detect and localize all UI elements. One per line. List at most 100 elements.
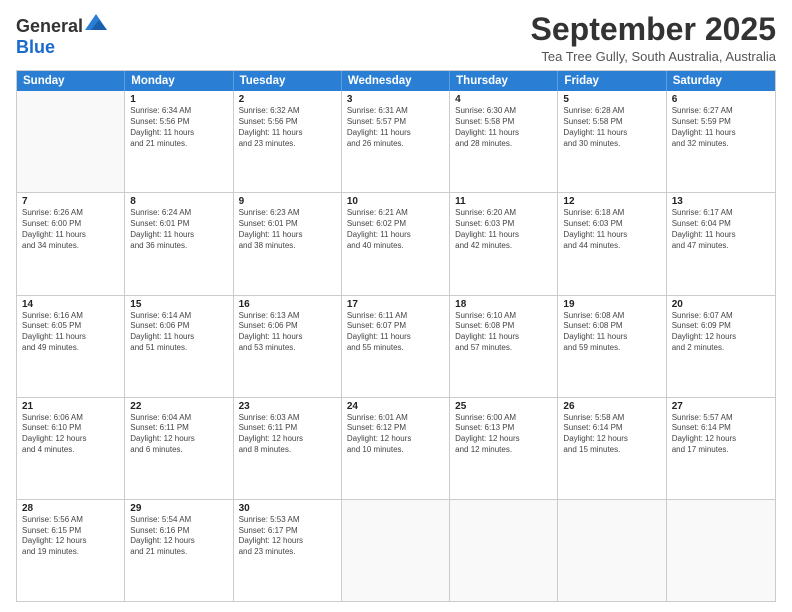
day-number: 1: [130, 94, 227, 105]
day-info: Sunrise: 5:53 AMSunset: 6:17 PMDaylight:…: [239, 515, 336, 558]
day-number: 29: [130, 503, 227, 514]
logo: General Blue: [16, 16, 107, 58]
day-number: 6: [672, 94, 770, 105]
day-info: Sunrise: 5:54 AMSunset: 6:16 PMDaylight:…: [130, 515, 227, 558]
calendar-header: SundayMondayTuesdayWednesdayThursdayFrid…: [17, 71, 775, 91]
day-info: Sunrise: 6:03 AMSunset: 6:11 PMDaylight:…: [239, 413, 336, 456]
day-number: 19: [563, 299, 660, 310]
day-info: Sunrise: 6:26 AMSunset: 6:00 PMDaylight:…: [22, 208, 119, 251]
day-cell-16: 16Sunrise: 6:13 AMSunset: 6:06 PMDayligh…: [234, 296, 342, 397]
day-number: 9: [239, 196, 336, 207]
header-day-sunday: Sunday: [17, 71, 125, 91]
day-cell-14: 14Sunrise: 6:16 AMSunset: 6:05 PMDayligh…: [17, 296, 125, 397]
day-cell-24: 24Sunrise: 6:01 AMSunset: 6:12 PMDayligh…: [342, 398, 450, 499]
day-info: Sunrise: 6:17 AMSunset: 6:04 PMDaylight:…: [672, 208, 770, 251]
logo-general-text: General: [16, 16, 83, 37]
day-info: Sunrise: 6:31 AMSunset: 5:57 PMDaylight:…: [347, 106, 444, 149]
empty-cell-4-4: [450, 500, 558, 601]
day-cell-30: 30Sunrise: 5:53 AMSunset: 6:17 PMDayligh…: [234, 500, 342, 601]
day-cell-4: 4Sunrise: 6:30 AMSunset: 5:58 PMDaylight…: [450, 91, 558, 192]
day-info: Sunrise: 5:58 AMSunset: 6:14 PMDaylight:…: [563, 413, 660, 456]
day-cell-20: 20Sunrise: 6:07 AMSunset: 6:09 PMDayligh…: [667, 296, 775, 397]
day-info: Sunrise: 6:04 AMSunset: 6:11 PMDaylight:…: [130, 413, 227, 456]
location-subtitle: Tea Tree Gully, South Australia, Austral…: [531, 49, 776, 64]
day-number: 3: [347, 94, 444, 105]
day-info: Sunrise: 6:11 AMSunset: 6:07 PMDaylight:…: [347, 311, 444, 354]
day-info: Sunrise: 6:24 AMSunset: 6:01 PMDaylight:…: [130, 208, 227, 251]
week-row-2: 7Sunrise: 6:26 AMSunset: 6:00 PMDaylight…: [17, 193, 775, 295]
day-info: Sunrise: 6:34 AMSunset: 5:56 PMDaylight:…: [130, 106, 227, 149]
header-day-tuesday: Tuesday: [234, 71, 342, 91]
day-number: 26: [563, 401, 660, 412]
day-number: 23: [239, 401, 336, 412]
day-cell-19: 19Sunrise: 6:08 AMSunset: 6:08 PMDayligh…: [558, 296, 666, 397]
day-info: Sunrise: 6:27 AMSunset: 5:59 PMDaylight:…: [672, 106, 770, 149]
empty-cell-4-6: [667, 500, 775, 601]
day-cell-9: 9Sunrise: 6:23 AMSunset: 6:01 PMDaylight…: [234, 193, 342, 294]
page: General Blue September 2025 Tea Tree Gul…: [0, 0, 792, 612]
day-info: Sunrise: 6:32 AMSunset: 5:56 PMDaylight:…: [239, 106, 336, 149]
calendar-body: 1Sunrise: 6:34 AMSunset: 5:56 PMDaylight…: [17, 91, 775, 601]
day-number: 14: [22, 299, 119, 310]
header: General Blue September 2025 Tea Tree Gul…: [16, 12, 776, 64]
day-cell-10: 10Sunrise: 6:21 AMSunset: 6:02 PMDayligh…: [342, 193, 450, 294]
day-number: 24: [347, 401, 444, 412]
day-info: Sunrise: 6:01 AMSunset: 6:12 PMDaylight:…: [347, 413, 444, 456]
header-day-saturday: Saturday: [667, 71, 775, 91]
day-info: Sunrise: 6:30 AMSunset: 5:58 PMDaylight:…: [455, 106, 552, 149]
day-number: 12: [563, 196, 660, 207]
day-cell-17: 17Sunrise: 6:11 AMSunset: 6:07 PMDayligh…: [342, 296, 450, 397]
day-number: 15: [130, 299, 227, 310]
day-cell-3: 3Sunrise: 6:31 AMSunset: 5:57 PMDaylight…: [342, 91, 450, 192]
day-number: 10: [347, 196, 444, 207]
day-cell-21: 21Sunrise: 6:06 AMSunset: 6:10 PMDayligh…: [17, 398, 125, 499]
day-cell-5: 5Sunrise: 6:28 AMSunset: 5:58 PMDaylight…: [558, 91, 666, 192]
day-info: Sunrise: 6:10 AMSunset: 6:08 PMDaylight:…: [455, 311, 552, 354]
empty-cell-0-0: [17, 91, 125, 192]
day-info: Sunrise: 6:14 AMSunset: 6:06 PMDaylight:…: [130, 311, 227, 354]
logo-icon: [85, 14, 107, 30]
week-row-5: 28Sunrise: 5:56 AMSunset: 6:15 PMDayligh…: [17, 500, 775, 601]
day-info: Sunrise: 6:20 AMSunset: 6:03 PMDaylight:…: [455, 208, 552, 251]
day-number: 30: [239, 503, 336, 514]
day-number: 13: [672, 196, 770, 207]
empty-cell-4-3: [342, 500, 450, 601]
day-info: Sunrise: 5:57 AMSunset: 6:14 PMDaylight:…: [672, 413, 770, 456]
day-number: 21: [22, 401, 119, 412]
day-cell-7: 7Sunrise: 6:26 AMSunset: 6:00 PMDaylight…: [17, 193, 125, 294]
day-info: Sunrise: 6:23 AMSunset: 6:01 PMDaylight:…: [239, 208, 336, 251]
logo-blue-text: Blue: [16, 37, 55, 58]
day-number: 28: [22, 503, 119, 514]
empty-cell-4-5: [558, 500, 666, 601]
day-number: 17: [347, 299, 444, 310]
day-number: 25: [455, 401, 552, 412]
day-cell-25: 25Sunrise: 6:00 AMSunset: 6:13 PMDayligh…: [450, 398, 558, 499]
day-number: 22: [130, 401, 227, 412]
title-section: September 2025 Tea Tree Gully, South Aus…: [531, 12, 776, 64]
day-number: 4: [455, 94, 552, 105]
header-day-thursday: Thursday: [450, 71, 558, 91]
day-cell-8: 8Sunrise: 6:24 AMSunset: 6:01 PMDaylight…: [125, 193, 233, 294]
day-cell-6: 6Sunrise: 6:27 AMSunset: 5:59 PMDaylight…: [667, 91, 775, 192]
week-row-3: 14Sunrise: 6:16 AMSunset: 6:05 PMDayligh…: [17, 296, 775, 398]
day-number: 27: [672, 401, 770, 412]
day-cell-23: 23Sunrise: 6:03 AMSunset: 6:11 PMDayligh…: [234, 398, 342, 499]
day-cell-29: 29Sunrise: 5:54 AMSunset: 6:16 PMDayligh…: [125, 500, 233, 601]
day-cell-22: 22Sunrise: 6:04 AMSunset: 6:11 PMDayligh…: [125, 398, 233, 499]
logo-text: General: [16, 16, 107, 37]
day-info: Sunrise: 6:06 AMSunset: 6:10 PMDaylight:…: [22, 413, 119, 456]
header-day-wednesday: Wednesday: [342, 71, 450, 91]
day-number: 7: [22, 196, 119, 207]
calendar: SundayMondayTuesdayWednesdayThursdayFrid…: [16, 70, 776, 602]
header-day-friday: Friday: [558, 71, 666, 91]
day-cell-27: 27Sunrise: 5:57 AMSunset: 6:14 PMDayligh…: [667, 398, 775, 499]
day-info: Sunrise: 6:08 AMSunset: 6:08 PMDaylight:…: [563, 311, 660, 354]
day-cell-28: 28Sunrise: 5:56 AMSunset: 6:15 PMDayligh…: [17, 500, 125, 601]
day-info: Sunrise: 6:18 AMSunset: 6:03 PMDaylight:…: [563, 208, 660, 251]
day-info: Sunrise: 6:13 AMSunset: 6:06 PMDaylight:…: [239, 311, 336, 354]
day-cell-12: 12Sunrise: 6:18 AMSunset: 6:03 PMDayligh…: [558, 193, 666, 294]
day-info: Sunrise: 6:21 AMSunset: 6:02 PMDaylight:…: [347, 208, 444, 251]
day-number: 11: [455, 196, 552, 207]
day-number: 18: [455, 299, 552, 310]
month-title: September 2025: [531, 12, 776, 47]
